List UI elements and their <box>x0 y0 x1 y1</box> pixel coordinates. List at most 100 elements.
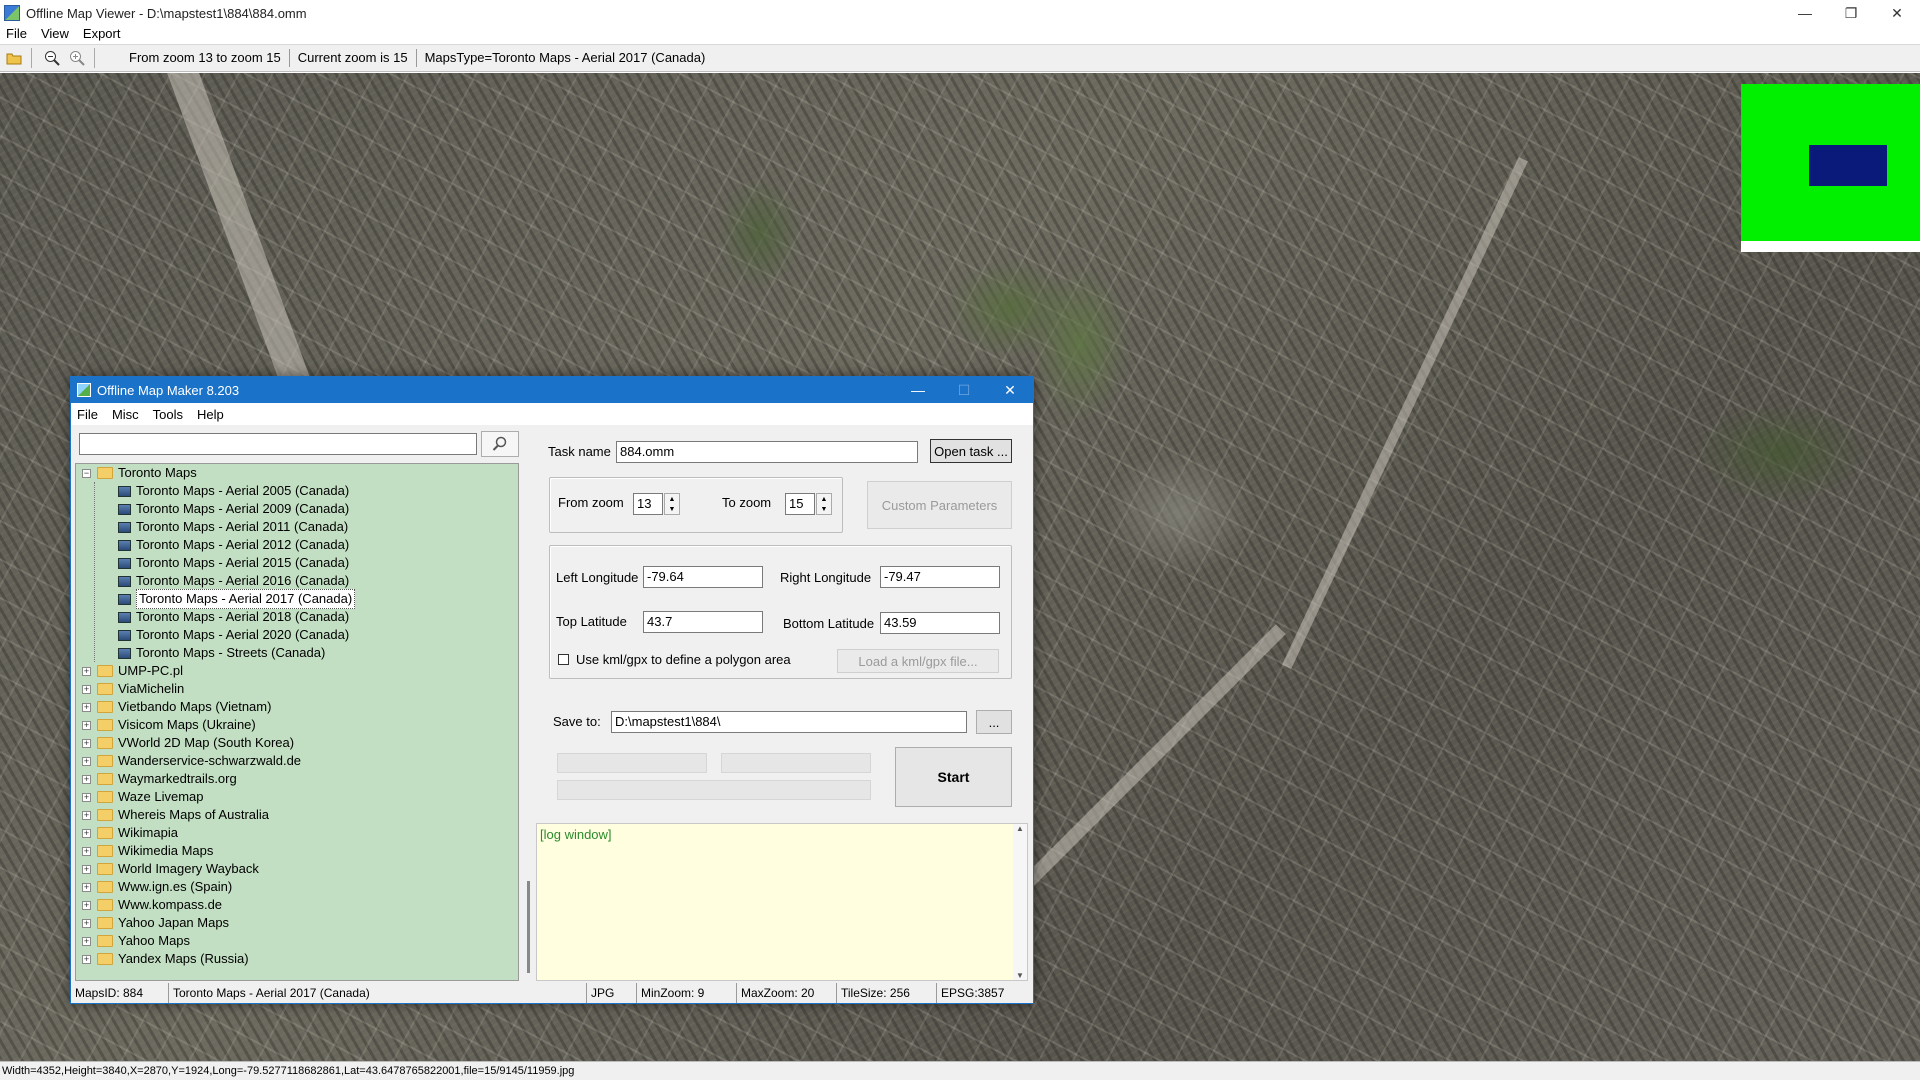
menu-export[interactable]: Export <box>83 26 121 41</box>
tree-map-item[interactable]: Toronto Maps - Aerial 2011 (Canada) <box>76 518 518 536</box>
expand-icon[interactable]: + <box>82 828 91 838</box>
to-zoom-stepper[interactable]: ▲ ▼ <box>816 493 832 515</box>
task-name-input[interactable]: 884.omm <box>616 441 918 463</box>
tree-folder-item[interactable]: + Yandex Maps (Russia) <box>76 950 518 968</box>
folder-icon <box>97 665 113 677</box>
left-longitude-input[interactable]: -79.64 <box>643 566 763 588</box>
tree-map-item[interactable]: Toronto Maps - Aerial 2017 (Canada) <box>76 589 518 609</box>
folder-icon <box>97 773 113 785</box>
bottom-latitude-input[interactable]: 43.59 <box>880 612 1000 634</box>
scroll-thumb[interactable] <box>527 881 530 973</box>
expand-icon[interactable]: + <box>82 936 91 946</box>
tree-map-item[interactable]: Toronto Maps - Aerial 2016 (Canada) <box>76 572 518 590</box>
tree-folder-item[interactable]: + Yahoo Japan Maps <box>76 914 518 932</box>
status-epsg: EPSG:3857 <box>941 986 1005 1000</box>
map-layer-icon <box>118 485 131 497</box>
tree-folder-label: Waymarkedtrails.org <box>118 771 237 786</box>
expand-icon[interactable]: + <box>82 846 91 856</box>
tree-folder-label: Yahoo Japan Maps <box>118 915 230 930</box>
tree-folder-item[interactable]: + Www.ign.es (Spain) <box>76 878 518 896</box>
expand-icon[interactable]: + <box>82 900 91 910</box>
collapse-icon[interactable]: − <box>82 468 91 478</box>
expand-icon[interactable]: + <box>82 792 91 802</box>
kml-checkbox[interactable] <box>558 654 569 665</box>
current-zoom-info: Current zoom is 15 <box>290 49 417 67</box>
dialog-menu-help[interactable]: Help <box>197 407 224 422</box>
tree-map-item[interactable]: Toronto Maps - Aerial 2012 (Canada) <box>76 536 518 554</box>
tree-folder-item[interactable]: + Wikimedia Maps <box>76 842 518 860</box>
expand-icon[interactable]: + <box>82 666 91 676</box>
tree-map-item[interactable]: Toronto Maps - Streets (Canada) <box>76 644 518 662</box>
tree-map-item[interactable]: Toronto Maps - Aerial 2018 (Canada) <box>76 608 518 626</box>
tree-folder-item[interactable]: + Vietbando Maps (Vietnam) <box>76 698 518 716</box>
tree-folder-item[interactable]: + World Imagery Wayback <box>76 860 518 878</box>
expand-icon[interactable]: + <box>82 720 91 730</box>
expand-icon[interactable]: + <box>82 756 91 766</box>
kml-checkbox-label: Use kml/gpx to define a polygon area <box>576 652 791 667</box>
dialog-minimize-button[interactable]: — <box>895 377 941 403</box>
log-window[interactable]: [log window] ▲ ▼ <box>536 823 1028 981</box>
menu-view[interactable]: View <box>41 26 69 41</box>
open-folder-icon[interactable] <box>3 47 25 69</box>
tree-scrollbar[interactable] <box>523 463 535 981</box>
map-layer-icon <box>118 539 131 551</box>
tree-folder-item[interactable]: + Waze Livemap <box>76 788 518 806</box>
start-button[interactable]: Start <box>895 747 1012 807</box>
zoom-out-icon[interactable] <box>41 47 63 69</box>
tree-folder-item[interactable]: + Whereis Maps of Australia <box>76 806 518 824</box>
expand-icon[interactable]: + <box>82 864 91 874</box>
expand-icon[interactable]: + <box>82 702 91 712</box>
tree-folder-toronto[interactable]: − Toronto Maps <box>76 464 518 482</box>
tree-map-item[interactable]: Toronto Maps - Aerial 2015 (Canada) <box>76 554 518 572</box>
to-zoom-input[interactable]: 15 <box>785 493 815 515</box>
tree-map-item[interactable]: Toronto Maps - Aerial 2009 (Canada) <box>76 500 518 518</box>
tree-map-item[interactable]: Toronto Maps - Aerial 2020 (Canada) <box>76 626 518 644</box>
dialog-menu-file[interactable]: File <box>77 407 98 422</box>
from-zoom-stepper[interactable]: ▲ ▼ <box>664 493 680 515</box>
dialog-status-bar: MapsID: 884 Toronto Maps - Aerial 2017 (… <box>71 983 1033 1003</box>
expand-icon[interactable]: + <box>82 684 91 694</box>
map-layer-icon <box>118 503 131 515</box>
save-to-input[interactable]: D:\mapstest1\884\ <box>611 711 967 733</box>
tree-folder-item[interactable]: + UMP-PC.pl <box>76 662 518 680</box>
tree-folder-item[interactable]: + Waymarkedtrails.org <box>76 770 518 788</box>
search-input[interactable] <box>79 433 477 455</box>
browse-button[interactable]: ... <box>976 710 1012 734</box>
expand-icon[interactable]: + <box>82 774 91 784</box>
from-zoom-input[interactable]: 13 <box>633 493 663 515</box>
tree-folder-label: Wikimedia Maps <box>118 843 214 858</box>
log-scrollbar[interactable]: ▲ ▼ <box>1013 824 1027 980</box>
expand-icon[interactable]: + <box>82 882 91 892</box>
open-task-button[interactable]: Open task ... <box>930 439 1012 463</box>
dialog-close-button[interactable]: ✕ <box>987 377 1033 403</box>
map-layer-icon <box>118 593 131 605</box>
from-zoom-label: From zoom <box>558 495 624 510</box>
expand-icon[interactable]: + <box>82 954 91 964</box>
dialog-menu-misc[interactable]: Misc <box>112 407 139 422</box>
folder-icon <box>97 737 113 749</box>
tree-folder-item[interactable]: + Visicom Maps (Ukraine) <box>76 716 518 734</box>
tree-folder-label: Vietbando Maps (Vietnam) <box>118 699 272 714</box>
menu-file[interactable]: File <box>6 26 27 41</box>
overview-minimap[interactable] <box>1741 84 1920 252</box>
tree-folder-item[interactable]: + ViaMichelin <box>76 680 518 698</box>
dialog-menu-tools[interactable]: Tools <box>153 407 183 422</box>
expand-icon[interactable]: + <box>82 810 91 820</box>
minimap-viewport[interactable] <box>1809 145 1887 186</box>
expand-icon[interactable]: + <box>82 918 91 928</box>
tree-folder-item[interactable]: + VWorld 2D Map (South Korea) <box>76 734 518 752</box>
tree-folder-item[interactable]: + Www.kompass.de <box>76 896 518 914</box>
right-longitude-input[interactable]: -79.47 <box>880 566 1000 588</box>
tree-map-item[interactable]: Toronto Maps - Aerial 2005 (Canada) <box>76 482 518 500</box>
folder-icon <box>97 881 113 893</box>
search-button[interactable] <box>481 431 519 457</box>
tree-folder-item[interactable]: + Yahoo Maps <box>76 932 518 950</box>
expand-icon[interactable]: + <box>82 738 91 748</box>
zoom-in-icon[interactable] <box>66 47 88 69</box>
tree-folder-item[interactable]: + Wikimapia <box>76 824 518 842</box>
tree-folder-item[interactable]: + Wanderservice-schwarzwald.de <box>76 752 518 770</box>
top-latitude-input[interactable]: 43.7 <box>643 611 763 633</box>
maps-tree[interactable]: − Toronto Maps Toronto Maps - Aerial 200… <box>75 463 519 981</box>
status-bar: Width=4352,Height=3840,X=2870,Y=1924,Lon… <box>0 1061 1920 1080</box>
tree-folder-label: Wanderservice-schwarzwald.de <box>118 753 302 768</box>
